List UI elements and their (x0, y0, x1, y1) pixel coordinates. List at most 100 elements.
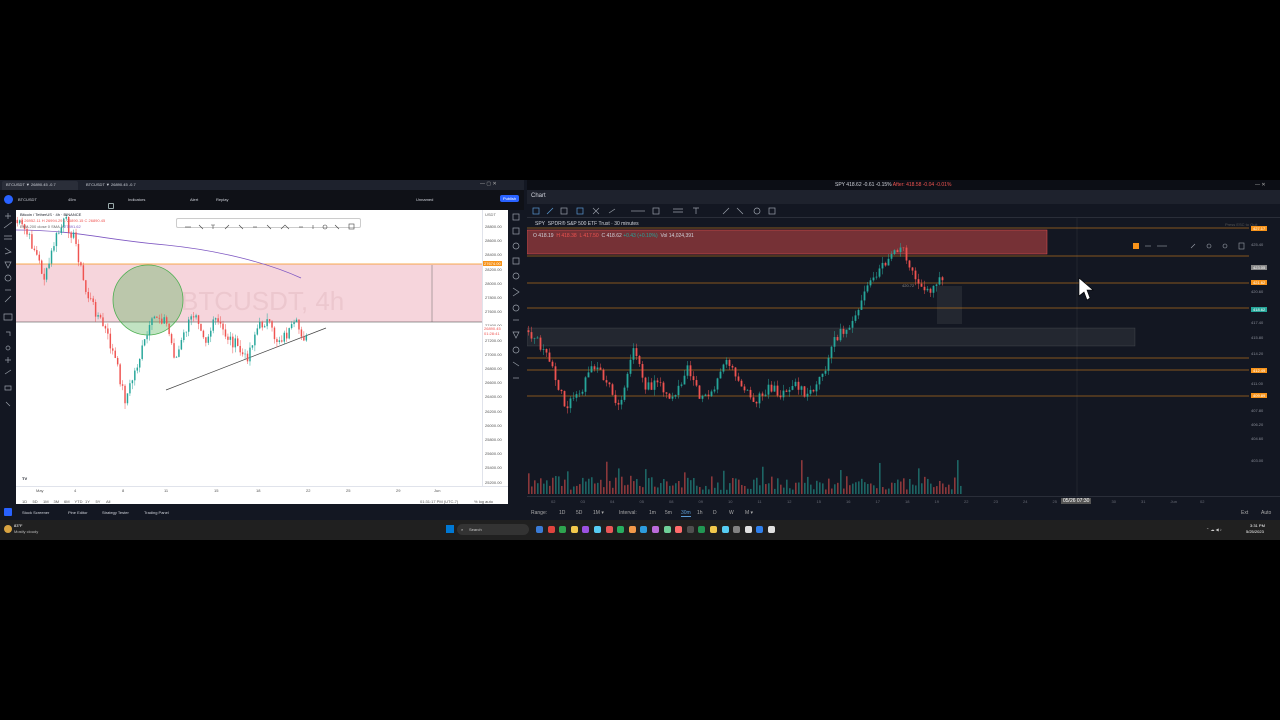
btc-price-axis[interactable]: USDT 28800.00 28600.00 28400.00 28200.00 280… (482, 210, 508, 486)
candle-body (551, 361, 554, 367)
range-button[interactable]: 1M ▾ (593, 510, 604, 516)
price-tick-label: 420.60 (1251, 289, 1264, 294)
chart-toolbar: BTCUSDT 45m Indicators Alert Replay Unna… (0, 190, 524, 210)
floating-drawing-toolbar[interactable] (176, 218, 361, 230)
volume-bar (744, 485, 746, 494)
time-tick-label: 08 (669, 499, 674, 504)
panel-collapse-icon[interactable] (4, 508, 12, 516)
taskbar-app-icon[interactable] (733, 526, 741, 533)
interval-button[interactable]: 1h (697, 510, 703, 516)
candle-body (737, 376, 740, 381)
ext-toggle[interactable]: Ext (1241, 510, 1248, 516)
volume-bar (543, 483, 545, 494)
spy-chart-pane[interactable]: SPY SPDR® S&P 500 ETF Trust · 30 minutes… (526, 218, 1257, 496)
stock-screener-tab[interactable]: Stock Screener (22, 510, 49, 515)
taskbar-app-icon[interactable] (640, 526, 648, 533)
highlight-circle (112, 264, 184, 336)
clock-time[interactable]: 3:31 PM (1250, 523, 1265, 528)
axis-currency[interactable]: USDT (485, 212, 496, 217)
clock-date[interactable]: 5/25/2023 (1246, 529, 1264, 534)
pine-editor-tab[interactable]: Pine Editor (68, 510, 88, 515)
volume-bar (912, 484, 914, 494)
candle-body (719, 371, 722, 379)
interval-button[interactable]: 45m (68, 197, 76, 202)
taskbar-app-icon[interactable] (605, 526, 613, 533)
taskbar-app-icon[interactable] (721, 526, 729, 533)
taskbar-app-icon[interactable] (652, 526, 659, 533)
weather-icon[interactable] (4, 525, 12, 533)
volume-bar (897, 479, 899, 494)
tab-btcusdt-2[interactable]: BTCUSDT ▼ 26890.45 -0.7 (82, 181, 158, 190)
taskbar-app-icon[interactable] (768, 526, 775, 533)
start-icon[interactable] (446, 525, 454, 533)
btc-chart-pane[interactable]: BTCUSDT, 4h Bitcoin / TetherUS · 4h · BI… (15, 210, 482, 486)
taskbar-app-icon[interactable] (756, 526, 764, 533)
taskbar-app-icon[interactable] (559, 526, 567, 533)
candle-body (146, 335, 148, 340)
volume-bar (951, 489, 953, 494)
taskbar-app-icon[interactable] (617, 526, 625, 533)
taskbar-app-icon[interactable] (686, 526, 694, 533)
candle-body (43, 273, 45, 280)
replay-button[interactable]: Replay (216, 197, 228, 202)
symbol-search[interactable]: BTCUSDT (18, 197, 37, 202)
toolbar-icons[interactable] (527, 204, 787, 218)
candle-body (180, 340, 183, 350)
publish-button[interactable]: Publish (500, 195, 520, 202)
taskbar-app-icon[interactable] (628, 526, 636, 533)
window-controls[interactable]: — ▢ ✕ (480, 181, 497, 187)
trading-panel-tab[interactable]: Trading Panel (144, 510, 169, 515)
candle-body (638, 355, 641, 365)
taskbar-search[interactable]: Search ⌕ (457, 524, 529, 535)
candle-body (677, 385, 680, 396)
interval-button[interactable]: 1m (649, 510, 656, 516)
interval-button[interactable]: 30m (681, 510, 691, 517)
candle-body (271, 321, 273, 328)
taskbar-app-icon[interactable] (698, 526, 706, 533)
candle-body (148, 324, 151, 336)
range-button[interactable]: 1D (559, 510, 565, 516)
widget-icons[interactable] (508, 210, 524, 504)
layout-name[interactable]: Unnamed (416, 197, 433, 202)
volume-bar (900, 481, 902, 494)
interval-button[interactable]: 5m (665, 510, 672, 516)
taskbar-app-icon[interactable] (536, 526, 543, 533)
volume-bar (810, 484, 812, 494)
spy-price-axis[interactable]: 427.17 425.40 423.05 421.62 420.60 418.62 417.… (1249, 218, 1280, 496)
drawing-mini-toolbar[interactable] (1131, 241, 1249, 251)
weather-temp[interactable]: 83°F (14, 523, 23, 528)
taskbar-app-icon[interactable] (675, 526, 683, 533)
drawing-toolbar-icons[interactable] (177, 222, 362, 232)
tray-icons[interactable]: ⌃ ☁ ◀ ♪ (1206, 527, 1222, 532)
drawing-tool-icons[interactable] (0, 210, 16, 504)
strategy-tester-tab[interactable]: Strategy Tester (102, 510, 129, 515)
window-controls[interactable]: — ✕ (1255, 182, 1266, 188)
interval-button[interactable]: W (729, 510, 734, 516)
spy-price-chart[interactable] (526, 218, 1249, 496)
indicators-button[interactable]: Indicators (128, 197, 145, 202)
taskbar-app-icon[interactable] (570, 526, 578, 533)
taskbar-app-icon[interactable] (582, 526, 590, 533)
taskbar-app-icon[interactable] (663, 526, 671, 533)
interval-button[interactable]: M ▾ (745, 510, 753, 516)
candle-body (273, 327, 276, 340)
time-tick-label: 02 (551, 499, 556, 504)
taskbar-app-icon[interactable] (594, 526, 601, 533)
taskbar-app-icon[interactable] (744, 526, 752, 533)
interval-button[interactable]: D (713, 510, 717, 516)
taskbar-app-icon[interactable] (710, 526, 717, 533)
candle-body (129, 383, 131, 394)
btc-price-chart[interactable]: BTCUSDT, 4h (15, 210, 482, 486)
tv-logo-icon[interactable] (4, 195, 13, 204)
indicator-legend: EMA 200 close 0 SMA 9 27891.62 (20, 224, 81, 229)
auto-toggle[interactable]: Auto (1261, 510, 1271, 516)
taskbar-app-icon[interactable] (547, 526, 555, 533)
candle-body (239, 345, 241, 353)
chart-tab[interactable]: Chart (531, 193, 546, 200)
alert-button[interactable]: Alert (190, 197, 198, 202)
tab-btcusdt-1[interactable]: BTCUSDT ▼ 26890.45 -0.7 (2, 181, 78, 190)
volume-bar (783, 487, 785, 494)
volume-bar (675, 483, 677, 494)
candle-body (770, 384, 773, 392)
range-button[interactable]: 5D (576, 510, 582, 516)
